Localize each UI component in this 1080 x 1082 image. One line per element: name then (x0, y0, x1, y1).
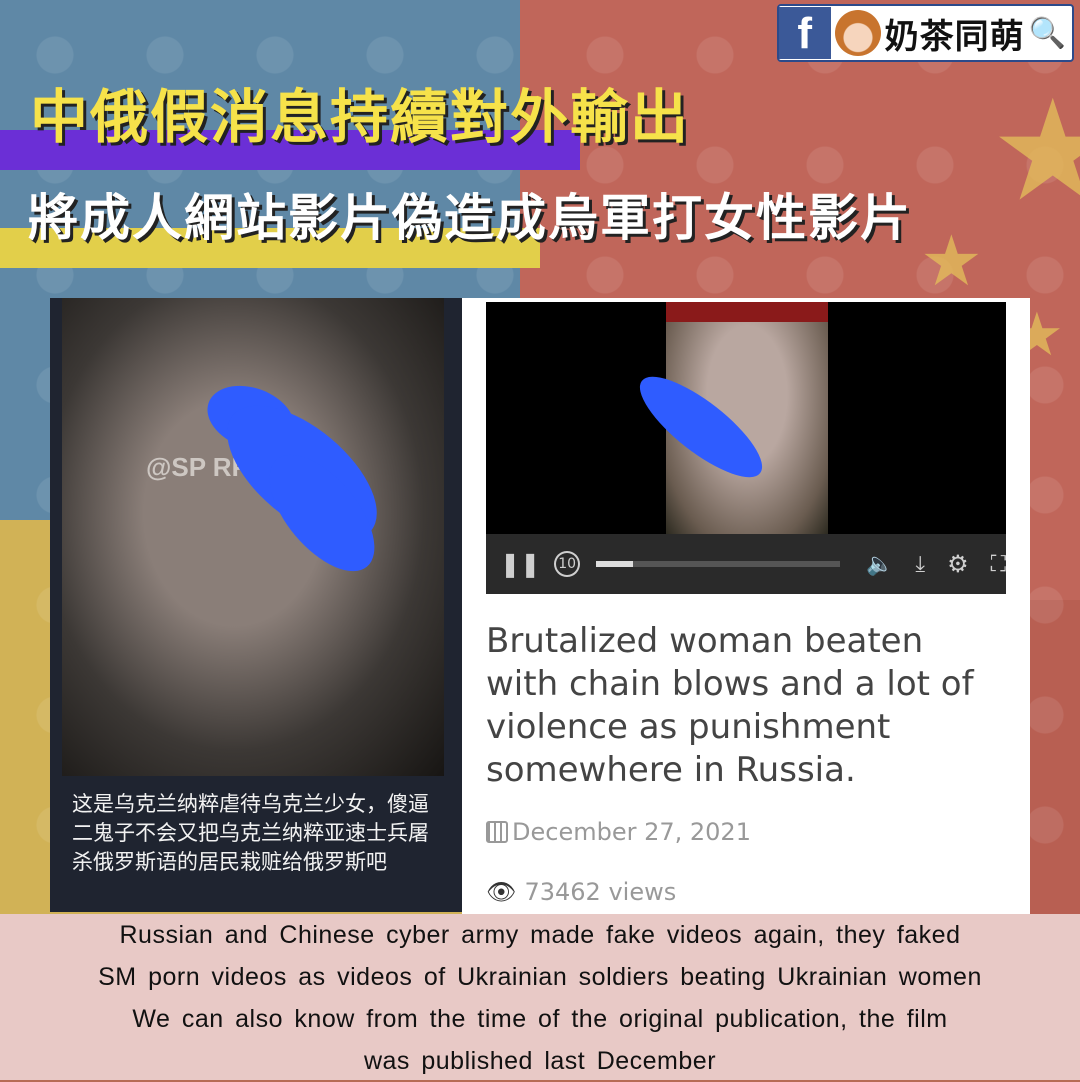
avatar (834, 10, 881, 56)
post-views-text: 73462 views (524, 878, 677, 906)
english-caption: Russian and Chinese cyber army made fake… (0, 914, 1080, 1080)
brand-badge[interactable]: f 奶茶同萌 🔍 (776, 4, 1074, 62)
calendar-icon (486, 821, 508, 843)
caption-line: was published last December (363, 1047, 717, 1075)
pause-icon[interactable]: ❚❚ (500, 550, 540, 578)
left-post-caption: 这是乌克兰纳粹虐待乌克兰少女，傻逼二鬼子不会又把乌克兰纳粹亚速士兵屠杀俄罗斯语的… (72, 792, 429, 874)
gear-icon[interactable]: ⚙ (947, 550, 969, 578)
replay-10-icon[interactable]: 10 (554, 551, 581, 577)
volume-icon[interactable]: 🔈 (866, 552, 893, 577)
left-post-card: @SP RPLUS 这是乌克兰纳粹虐待乌克兰少女，傻逼二鬼子不会又把乌克兰纳粹亚… (50, 298, 462, 912)
eye-icon: 👁 (486, 878, 517, 906)
post-date-text: December 27, 2021 (512, 818, 751, 846)
caption-line: SM porn videos as videos of Ukrainian so… (98, 963, 982, 991)
progress-fill (596, 561, 633, 567)
star-decoration: ★ (990, 70, 1080, 233)
progress-bar[interactable] (596, 561, 840, 567)
caption-line: We can also know from the time of the or… (132, 1005, 948, 1033)
video-player[interactable]: ❚❚ 10 🔈 ⤓ ⚙ ⛶ (486, 302, 1006, 594)
headline-line2: 將成人網站影片偽造成烏軍打女性影片 (28, 189, 912, 247)
right-post-card: ❚❚ 10 🔈 ⤓ ⚙ ⛶ Brutalized woman beaten wi… (462, 298, 1030, 914)
post-views: 👁 73462 views (486, 878, 676, 906)
search-icon: 🔍 (1028, 15, 1066, 51)
thumbnail-banner (666, 302, 828, 322)
brand-name: 奶茶同萌 (884, 16, 1025, 57)
left-video-frame[interactable]: @SP RPLUS (62, 298, 444, 776)
post-title[interactable]: Brutalized woman beaten with chain blows… (486, 620, 1006, 792)
player-controls: ❚❚ 10 🔈 ⤓ ⚙ ⛶ (486, 534, 1006, 594)
post-date: December 27, 2021 (486, 818, 751, 846)
star-decoration: ★ (920, 220, 983, 302)
download-icon[interactable]: ⤓ (915, 552, 925, 577)
headline-line1: 中俄假消息持續對外輸出 (30, 83, 691, 151)
caption-line: Russian and Chinese cyber army made fake… (119, 921, 961, 949)
facebook-icon: f (778, 7, 831, 59)
fullscreen-icon[interactable]: ⛶ (991, 552, 1006, 577)
